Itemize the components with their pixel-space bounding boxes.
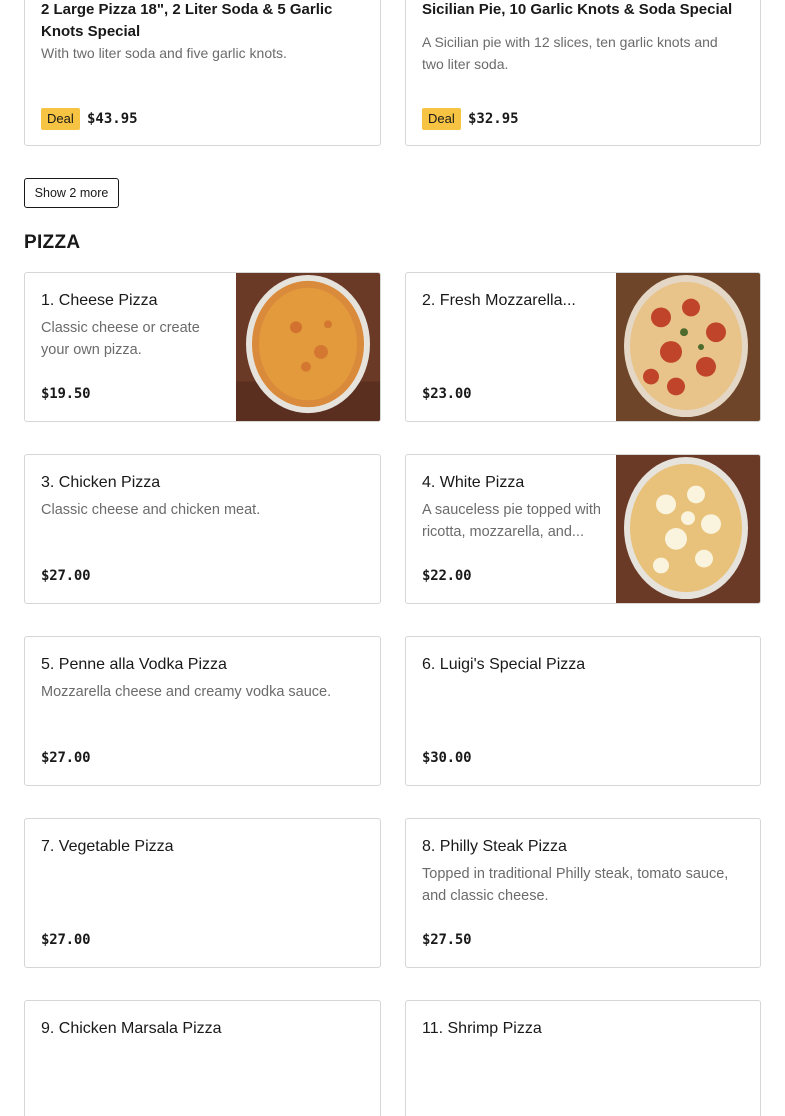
menu-item-name: 7. Vegetable Pizza: [41, 838, 174, 855]
menu-item-description: A sauceless pie topped with ricotta, moz…: [422, 502, 601, 540]
menu-item-card[interactable]: 8. Philly Steak Pizza Topped in traditio…: [405, 818, 761, 968]
menu-item-card[interactable]: 1. Cheese Pizza Classic cheese or create…: [24, 272, 381, 422]
menu-item-name: 1. Cheese Pizza: [41, 292, 158, 309]
menu-item-price: $27.50: [422, 932, 472, 948]
menu-item-description: Classic cheese or create your own pizza.: [41, 320, 200, 358]
mozzarella-pizza-photo: [616, 273, 760, 421]
deal-price: $32.95: [468, 111, 519, 127]
menu-item-card[interactable]: 3. Chicken Pizza Classic cheese and chic…: [24, 454, 381, 604]
menu-item-price: $23.00: [422, 386, 472, 402]
deal-badge: Deal: [422, 108, 461, 130]
menu-item-price: $27.00: [41, 750, 91, 766]
menu-item-price: $27.00: [41, 568, 91, 584]
menu-item-price: $30.00: [422, 750, 472, 766]
white-pizza-photo: [616, 455, 760, 603]
deal-price: $43.95: [87, 111, 138, 127]
menu-item-card[interactable]: 9. Chicken Marsala Pizza: [24, 1000, 381, 1116]
menu-item-card[interactable]: 4. White Pizza A sauceless pie topped wi…: [405, 454, 761, 604]
deal-description: A Sicilian pie with 12 slices, ten garli…: [422, 34, 718, 72]
menu-item-card[interactable]: 5. Penne alla Vodka Pizza Mozzarella che…: [24, 636, 381, 786]
deal-card[interactable]: 2 Large Pizza 18", 2 Liter Soda & 5 Garl…: [24, 0, 381, 146]
menu-item-name: 11. Shrimp Pizza: [422, 1020, 542, 1037]
menu-item-name: 5. Penne alla Vodka Pizza: [41, 656, 227, 673]
deal-title: Sicilian Pie, 10 Garlic Knots & Soda Spe…: [422, 1, 733, 18]
show-more-button[interactable]: Show 2 more: [24, 178, 119, 208]
deal-card[interactable]: Sicilian Pie, 10 Garlic Knots & Soda Spe…: [405, 0, 761, 146]
deal-description: With two liter soda and five garlic knot…: [41, 45, 287, 61]
deal-title: 2 Large Pizza 18", 2 Liter Soda & 5 Garl…: [41, 1, 333, 40]
menu-item-price: $27.00: [41, 932, 91, 948]
menu-item-name: 9. Chicken Marsala Pizza: [41, 1020, 222, 1037]
menu-item-name: 8. Philly Steak Pizza: [422, 838, 567, 855]
menu-item-card[interactable]: 11. Shrimp Pizza: [405, 1000, 761, 1116]
menu-item-name: 2. Fresh Mozzarella...: [422, 292, 576, 309]
menu-item-card[interactable]: 2. Fresh Mozzarella... $23.00: [405, 272, 761, 422]
deal-badge: Deal: [41, 108, 80, 130]
menu-item-card[interactable]: 7. Vegetable Pizza $27.00: [24, 818, 381, 968]
menu-item-price: $22.00: [422, 568, 472, 584]
menu-item-name: 4. White Pizza: [422, 474, 525, 491]
section-title-pizza: PIZZA: [24, 232, 81, 253]
menu-item-description: Topped in traditional Philly steak, toma…: [422, 866, 729, 904]
menu-item-name: 6. Luigi's Special Pizza: [422, 656, 586, 673]
menu-item-description: Mozzarella cheese and creamy vodka sauce…: [41, 684, 332, 700]
menu-item-name: 3. Chicken Pizza: [41, 474, 161, 491]
menu-item-price: $19.50: [41, 386, 91, 402]
menu-item-description: Classic cheese and chicken meat.: [41, 502, 261, 518]
cheese-pizza-photo: [236, 273, 380, 421]
menu-item-card[interactable]: 6. Luigi's Special Pizza $30.00: [405, 636, 761, 786]
